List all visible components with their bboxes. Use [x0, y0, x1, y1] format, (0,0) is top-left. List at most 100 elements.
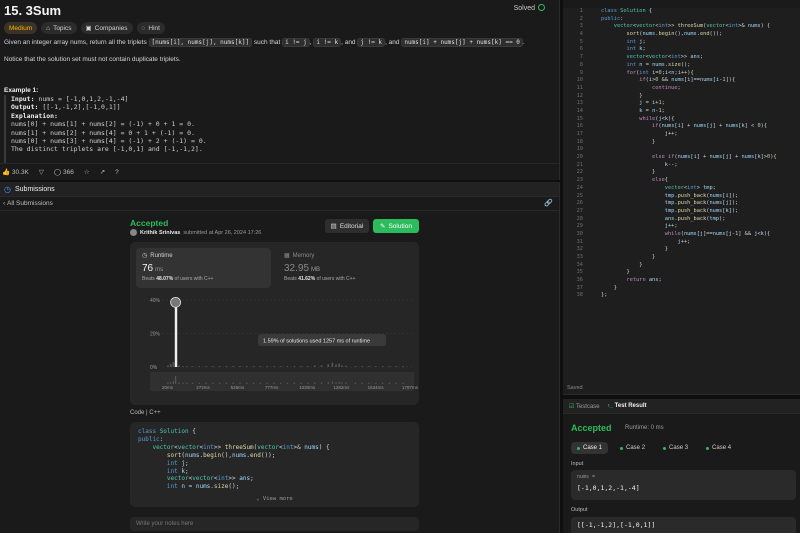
line-number: 35 [576, 269, 583, 276]
code-line[interactable]: 5 int j; [563, 39, 800, 47]
edit-icon: ✎ [380, 223, 386, 230]
share-icon[interactable]: ↗ [100, 168, 105, 176]
dislike-button[interactable]: ▽ [39, 168, 44, 176]
code-line[interactable]: 19 [563, 146, 800, 154]
case-label: Case 4 [712, 445, 732, 451]
code-line[interactable]: 32 } [563, 246, 800, 254]
companies-tag[interactable]: ▣ Companies [80, 22, 133, 34]
code-line[interactable]: 33 } [563, 254, 800, 262]
star-icon[interactable]: ☆ [84, 168, 90, 176]
chart-bar [361, 366, 364, 367]
beats-prefix: Beats [142, 276, 155, 282]
notes-input[interactable]: Write your notes here [130, 517, 419, 531]
code-line[interactable]: 1 class Solution { [563, 8, 800, 16]
scrubber-bar [280, 382, 282, 384]
tab-testcase[interactable]: ☑ Testcase [569, 403, 600, 410]
inline-code: [nums[i], nums[j], nums[k]] [148, 38, 253, 47]
x-tick-label: 1282ms [333, 385, 350, 390]
runtime-number: 76 [142, 263, 154, 274]
code-line[interactable]: 2 public: [563, 16, 800, 24]
code-editor[interactable]: 1 class Solution {2 public: 3 vector<vector… [563, 0, 800, 395]
code-line[interactable]: 36 return ans; [563, 277, 800, 285]
submissions-tab[interactable]: ◷ Submissions [0, 182, 559, 197]
code-line[interactable]: 31 j++; [563, 239, 800, 247]
tag-row: Medium ⌂ Topics ▣ Companies ◌ Hint [4, 22, 165, 34]
problem-panel: 15. 3Sum Solved Medium ⌂ Topics ▣ Companie… [0, 0, 560, 180]
hint-tag[interactable]: ◌ Hint [136, 22, 165, 34]
book-icon: ▤ [330, 223, 337, 230]
code-line[interactable]: 9 for(int i=0;i<n;i++){ [563, 70, 800, 78]
case-tab[interactable]: Case 2 [614, 442, 651, 454]
code-line[interactable]: 7 vector<vector<int>> ans; [563, 54, 800, 62]
x-tick-label: 1787ms [402, 385, 419, 390]
x-tick-label: 272ms [196, 385, 210, 390]
code-line[interactable]: 26 tmp.push_back(nums[j]); [563, 200, 800, 208]
link-icon[interactable]: 🔗 [544, 199, 553, 207]
code-line[interactable]: 22 } [563, 169, 800, 177]
case-tab[interactable]: Case 1 [571, 442, 609, 454]
author-name[interactable]: Krithik Srinivas [140, 230, 180, 236]
scrubber-bar [212, 382, 214, 384]
comments-button[interactable]: ◯ 366 [54, 168, 74, 176]
solution-button[interactable]: ✎ Solution [373, 219, 419, 233]
runtime-value: 76 ms [142, 263, 265, 274]
view-more-button[interactable]: ⌄ View more [130, 496, 419, 504]
pass-dot-icon [620, 446, 624, 450]
code-line[interactable]: 20 else if(nums[i] + nums[j] + nums[k]>0… [563, 154, 800, 162]
code-line[interactable]: 8 int n = nums.size(); [563, 62, 800, 70]
thumbs-down-icon: ▽ [38, 169, 44, 176]
code-line[interactable]: 6 int k; [563, 46, 800, 54]
code-line[interactable]: 4 sort(nums.begin(),nums.end()); [563, 31, 800, 39]
difficulty-badge[interactable]: Medium [4, 22, 38, 34]
code-line[interactable]: 15 while(j<k){ [563, 116, 800, 124]
code-line[interactable]: 10 if(i>0 && nums[i]==nums[i-1]){ [563, 77, 800, 85]
x-tick-label: 1534ms [368, 385, 385, 390]
lightbulb-icon: ◌ [141, 24, 146, 32]
case-tabs: Case 1 Case 2 Case 3 Case 4 [571, 442, 737, 454]
code-line[interactable]: 21 k--; [563, 162, 800, 170]
code-line[interactable]: 16 if(nums[i] + nums[j] + nums[k] < 0){ [563, 123, 800, 131]
code-line[interactable]: 23 else{ [563, 177, 800, 185]
code-line[interactable]: 37 } [563, 285, 800, 293]
like-button[interactable]: 👍 30.3K [2, 168, 29, 176]
editorial-label: Editorial [339, 222, 364, 230]
code-line[interactable]: 34 } [563, 262, 800, 270]
code-line[interactable]: 24 vector<int> tmp; [563, 185, 800, 193]
code-line[interactable]: 38}; [563, 292, 800, 300]
runtime-card[interactable]: ◷ Runtime 76 ms Beats 48.07% of users with… [136, 248, 271, 288]
code-line[interactable]: 28 ans.push_back(tmp); [563, 216, 800, 224]
tab-test-result[interactable]: ›_ Test Result [608, 403, 647, 409]
code-line[interactable]: 35 } [563, 269, 800, 277]
code-line[interactable]: 14 k = n-1; [563, 108, 800, 116]
chart-bar [286, 366, 289, 367]
code-line[interactable]: 11 continue; [563, 85, 800, 93]
editor-lines[interactable]: 1 class Solution {2 public: 3 vector<vector… [563, 8, 800, 300]
topics-tag[interactable]: ⌂ Topics [41, 22, 77, 34]
all-submissions-link[interactable]: ‹ All Submissions 🔗 [0, 197, 559, 211]
chart-bar [388, 366, 391, 367]
runtime-distribution-chart[interactable]: 40% 20% 0% 1.59% of solutions used 1257 ms … [130, 294, 419, 402]
scrubber-bar [388, 382, 390, 384]
help-icon[interactable]: ? [115, 169, 119, 176]
code-line[interactable]: 13 j = i+1; [563, 100, 800, 108]
case-tab[interactable]: Case 3 [657, 442, 694, 454]
code-line[interactable]: 29 j++; [563, 223, 800, 231]
memory-card[interactable]: ▦ Memory 32.95 MB Beats 41.62% of users wi… [278, 248, 413, 288]
code-line[interactable]: 3 vector<vector<int>> threeSum(vector<in… [563, 23, 800, 31]
case-tab[interactable]: Case 4 [700, 442, 737, 454]
line-number: 23 [576, 177, 583, 184]
code-line[interactable]: 18 } [563, 139, 800, 147]
code-line[interactable]: 12 } [563, 93, 800, 101]
code-line[interactable]: 27 tmp.push_back(nums[k]); [563, 208, 800, 216]
code-line[interactable]: 17 j++; [563, 131, 800, 139]
code-line[interactable]: 30 while(nums[j]==nums[j-1] && j<k){ [563, 231, 800, 239]
chart-bar [327, 364, 330, 367]
editorial-button[interactable]: ▤ Editorial [325, 219, 369, 233]
chart-bar [167, 365, 169, 367]
submission-author: Krithik Srinivas submitted at Apr 26, 202… [130, 229, 261, 236]
code-line[interactable]: 25 tmp.push_back(nums[i]); [563, 193, 800, 201]
lock-icon: ▣ [85, 25, 92, 32]
scrubber-bar [191, 382, 194, 384]
chart-bar [354, 366, 357, 367]
line-number: 33 [576, 254, 583, 260]
